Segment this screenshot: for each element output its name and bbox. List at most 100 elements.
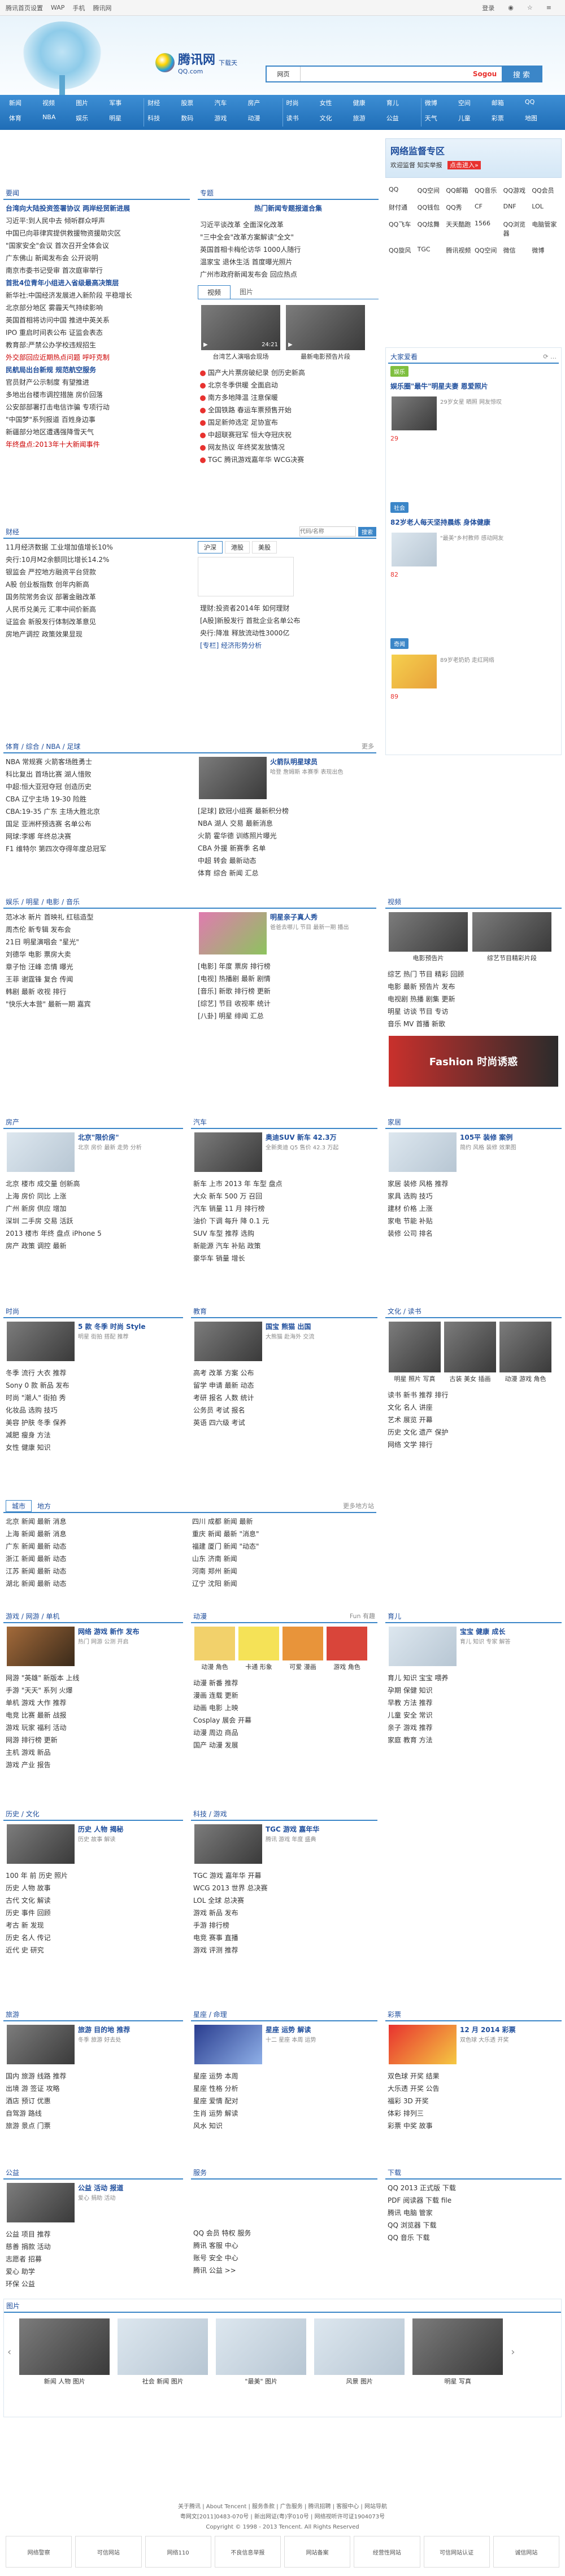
nav-link[interactable]: 图片 — [76, 98, 107, 112]
city-item[interactable]: 河南 郑州 新闻 — [192, 1565, 368, 1577]
house-item[interactable]: 深圳 二手房 交易 活跃 — [6, 1215, 181, 1227]
side-video-item[interactable]: 音乐 MV 首播 新歌 — [388, 1018, 559, 1030]
comic-item[interactable]: 漫画 连载 更新 — [193, 1689, 375, 1702]
baby-item[interactable]: 亲子 游戏 推荐 — [388, 1721, 559, 1734]
city-item[interactable]: 辽宁 沈阳 新闻 — [192, 1577, 368, 1590]
auto-item[interactable]: 新能源 汽车 补贴 政策 — [193, 1240, 375, 1252]
ent-item[interactable]: 章子怡 汪峰 恋情 曝光 — [6, 961, 193, 973]
culture-card[interactable]: 明星 照片 写真 — [389, 1322, 441, 1383]
home-feature[interactable]: 105平 装修 案例 简约 风格 装修 效果图 — [385, 1129, 562, 1175]
travel-item[interactable]: 旅游 景点 门票 — [6, 2120, 181, 2132]
edu-item[interactable]: 高考 改革 方案 公布 — [193, 1367, 375, 1379]
qq-link[interactable]: 财付通 — [389, 203, 415, 212]
home-item[interactable]: 家居 装修 风格 推荐 — [388, 1178, 559, 1190]
finance-item[interactable]: 央行:降准 释放流动性3000亿 — [200, 627, 366, 639]
charity-item[interactable]: 公益 项目 推荐 — [6, 2228, 181, 2241]
nav-link[interactable]: 文化 — [320, 114, 351, 127]
watch-feature[interactable]: 29岁女星 晒照 网友惊叹 — [388, 393, 559, 434]
watch-feature[interactable]: 89岁老奶奶 走红网络 — [388, 651, 559, 692]
charity-feature[interactable]: 公益 活动 报道 爱心 捐助 活动 — [3, 2180, 183, 2226]
baby-item[interactable]: 孕期 保健 知识 — [388, 1684, 559, 1697]
game-item[interactable]: 游戏 产业 报告 — [6, 1759, 181, 1771]
search-type-select[interactable]: 网页 — [267, 67, 301, 81]
charity-item[interactable]: 慈善 捐款 活动 — [6, 2241, 181, 2253]
history-item[interactable]: 100 年 前 历史 照片 — [6, 1869, 181, 1882]
topbar-item[interactable]: 手机 — [72, 3, 85, 12]
tech-item[interactable]: LOL 全球 总决赛 — [193, 1894, 375, 1907]
video-item[interactable]: 全国铁路 春运车票预售开始 — [200, 404, 376, 416]
video-card[interactable]: ▶ 最新电影预告片段 — [286, 305, 365, 361]
gallery-card[interactable]: 社会 新闻 图片 — [118, 2318, 208, 2386]
ent-item[interactable]: [综艺] 节目 收视率 统计 — [198, 997, 368, 1010]
ent-item[interactable]: 刘德华 电影 票房大卖 — [6, 948, 193, 961]
gallery-card[interactable]: 风景 图片 — [314, 2318, 405, 2386]
sports-item[interactable]: NBA 湖人 交易 最新消息 — [198, 817, 368, 830]
baby-item[interactable]: 早教 方法 推荐 — [388, 1697, 559, 1709]
sports-feature[interactable]: 火箭队明星球员 哈登 詹姆斯 本赛季 表现出色 — [195, 753, 371, 803]
video-item[interactable]: 国产大片票房破纪录 创历史新高 — [200, 367, 376, 379]
ent-item[interactable]: [电影] 年度 票房 排行榜 — [198, 960, 368, 973]
sports-item[interactable]: 网球:李娜 年终总决赛 — [6, 830, 193, 843]
video-item[interactable]: 北京冬季供暖 全面启动 — [200, 379, 376, 391]
qq-link[interactable]: 天天酷跑 — [446, 220, 472, 238]
ent-item[interactable]: 范冰冰 新片 首映礼 红毯造型 — [6, 911, 193, 923]
qq-link[interactable]: DNF — [503, 203, 530, 212]
qq-link[interactable]: 1566 — [475, 220, 501, 238]
qq-link[interactable]: QQ钱包 — [418, 203, 444, 212]
news-item[interactable]: 外交部回应近期热点问题 呼吁克制 — [6, 351, 188, 364]
news-item[interactable]: 公安部部署打击电信诈骗 专项行动 — [6, 401, 188, 413]
finance-item[interactable]: 理财:投资者2014年 如何理财 — [200, 602, 366, 614]
side-video-item[interactable]: 综艺 热门 节目 精彩 回顾 — [388, 968, 559, 980]
ent-item[interactable]: 周杰伦 新专辑 发布会 — [6, 923, 193, 936]
news-item[interactable]: 新疆部分地区遭遇强降雪天气 — [6, 426, 188, 438]
ent-item[interactable]: [音乐] 新歌 排行榜 更新 — [198, 985, 368, 997]
qq-link[interactable]: QQ游戏 — [503, 186, 530, 195]
watch-feature[interactable]: "最美"乡村教师 感动网友 — [388, 529, 559, 570]
lottery-item[interactable]: 大乐透 开奖 公告 — [388, 2082, 559, 2095]
finance-item[interactable]: 11月经济数据 工业增加值增长10% — [6, 541, 193, 553]
stock-search-button[interactable]: 搜索 — [358, 526, 376, 537]
download-item[interactable]: QQ 2013 正式版 下载 — [388, 2182, 559, 2194]
hot-subtitle[interactable]: 热门新闻专题报道合集 — [198, 200, 379, 216]
video-item[interactable]: 网友热议 年终奖发放情况 — [200, 441, 376, 454]
video-item[interactable]: 中超联赛冠军 恒大夺冠庆祝 — [200, 429, 376, 441]
baby-feature[interactable]: 宝宝 健康 成长 育儿 知识 专家 解答 — [385, 1623, 562, 1670]
astro-item[interactable]: 星座 爱情 配对 — [193, 2095, 375, 2107]
history-item[interactable]: 近代 史 研究 — [6, 1944, 181, 1956]
login-link[interactable]: 登录 — [482, 3, 494, 12]
home-item[interactable]: 建材 价格 上涨 — [388, 1202, 559, 1215]
game-item[interactable]: 主机 游戏 新品 — [6, 1746, 181, 1759]
finance-item[interactable]: 国务院常务会议 部署金融改革 — [6, 591, 193, 603]
sports-item[interactable]: [足球] 欧冠小组赛 最新积分榜 — [198, 805, 368, 817]
tech-item[interactable]: 电竞 赛事 直播 — [193, 1932, 375, 1944]
lottery-feature[interactable]: 12 月 2014 彩票 双色球 大乐透 开奖 — [385, 2021, 562, 2068]
culture-card[interactable]: 古装 美女 插画 — [444, 1322, 496, 1383]
lottery-item[interactable]: 双色球 开奖 结果 — [388, 2070, 559, 2082]
city-item[interactable]: 北京 新闻 最新 消息 — [6, 1515, 188, 1528]
comic-item[interactable]: 动画 电影 上映 — [193, 1702, 375, 1714]
qq-link[interactable]: LOL — [532, 203, 558, 212]
ent-item[interactable]: [八卦] 明星 绯闻 汇总 — [198, 1010, 368, 1022]
cert-badge[interactable]: 诚信网站 — [493, 2536, 559, 2568]
game-item[interactable]: 单机 游戏 大作 推荐 — [6, 1697, 181, 1709]
game-feature[interactable]: 网络 游戏 新作 发布 热门 网游 公测 开启 — [3, 1623, 183, 1670]
watch-item[interactable]: 娱乐圈"最牛"明星夫妻 恩爱照片 — [388, 379, 559, 393]
sports-item[interactable]: 火箭 霍华德 训练照片曝光 — [198, 830, 368, 842]
travel-item[interactable]: 酒店 预订 优惠 — [6, 2095, 181, 2107]
news-item[interactable]: 新华社:中国经济发展进入新阶段 平稳增长 — [6, 289, 188, 302]
nav-link[interactable]: 空间 — [458, 98, 489, 112]
nav-link[interactable]: 公益 — [386, 114, 418, 127]
auto-item[interactable]: 油价 下调 每升 降 0.1 元 — [193, 1215, 375, 1227]
home-item[interactable]: 家电 节能 补贴 — [388, 1215, 559, 1227]
nav-link[interactable]: 新闻 — [9, 98, 40, 112]
sports-item[interactable]: CBA:19-35 广东 主场大胜北京 — [6, 805, 193, 818]
qq-link[interactable]: QQ邮箱 — [446, 186, 472, 195]
qq-link[interactable]: 微博 — [532, 246, 558, 255]
topbar-item[interactable]: 腾讯首页设置 — [6, 3, 43, 12]
news-item[interactable]: 年终盘点:2013年十大新闻事件 — [6, 438, 188, 451]
news-item[interactable]: 多地出台楼市调控措施 房价回落 — [6, 389, 188, 401]
ent-feature[interactable]: 明星亲子真人秀 爸爸去哪儿 节目 最新一期 播出 — [195, 909, 371, 958]
lottery-item[interactable]: 彩票 中奖 故事 — [388, 2120, 559, 2132]
finance-item[interactable]: 央行:10月M2余额同比增长14.2% — [6, 553, 193, 566]
news-item[interactable]: 习近平:到人民中去 倾听群众呼声 — [6, 215, 188, 227]
